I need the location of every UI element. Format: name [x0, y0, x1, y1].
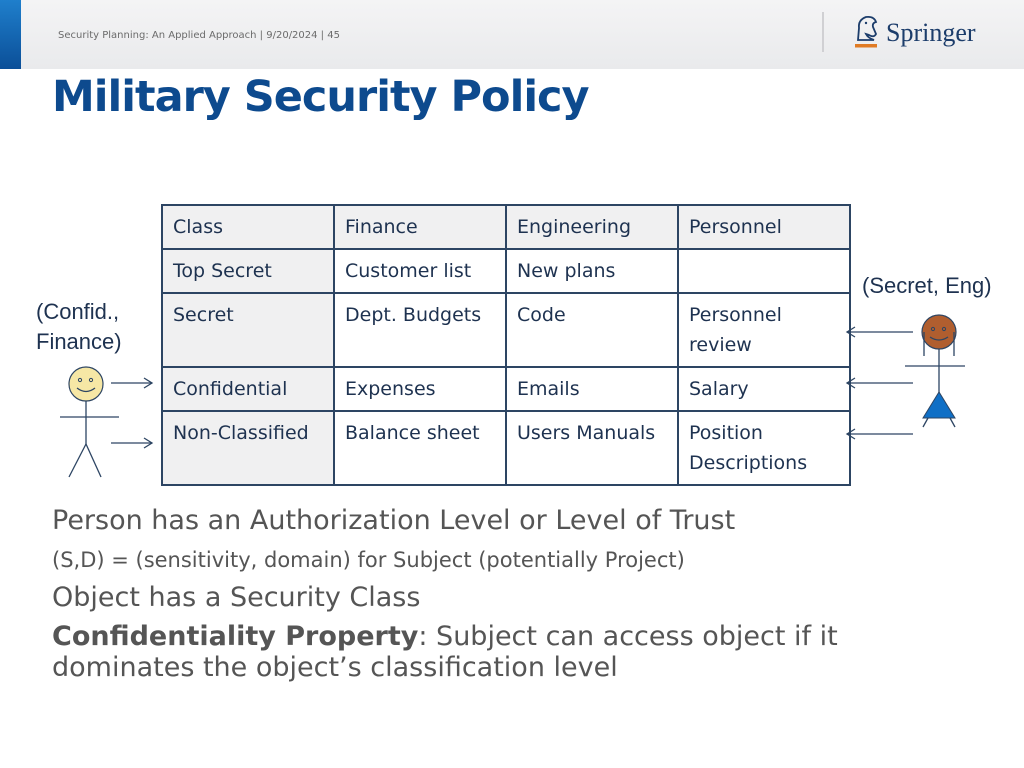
- table-row: Secret Dept. Budgets Code Personnel revi…: [161, 292, 851, 368]
- table-cell-class: Non-Classified: [161, 410, 335, 486]
- smiley-head-icon: [921, 314, 957, 350]
- table-cell: Customer list: [333, 248, 507, 294]
- security-class-table: Class Finance Engineering Personnel Top …: [161, 204, 851, 486]
- bullet-confidentiality-property: Confidentiality Property: Subject can ac…: [52, 621, 852, 683]
- table-cell: Position Descriptions: [677, 410, 851, 486]
- table-cell-class: Top Secret: [161, 248, 335, 294]
- arrow-right-icon: [111, 377, 154, 389]
- table-cell: Personnel review: [677, 292, 851, 368]
- table-cell: Salary: [677, 366, 851, 412]
- logo-text: Springer: [886, 18, 976, 47]
- table-header-cell: Class: [161, 204, 335, 250]
- arrow-left-icon: [845, 428, 913, 440]
- slide-title: Military Security Policy: [52, 72, 590, 122]
- arrow-left-icon: [845, 326, 913, 338]
- right-stick-figure: [845, 314, 965, 440]
- table-header-cell: Personnel: [677, 204, 851, 250]
- table-cell: [677, 248, 851, 294]
- dress-triangle: [922, 391, 956, 419]
- bullet-authorization: Person has an Authorization Level or Lev…: [52, 505, 736, 536]
- table-cell: Expenses: [333, 366, 507, 412]
- table-header-cell: Finance: [333, 204, 507, 250]
- bullet-security-class: Object has a Security Class: [52, 582, 421, 613]
- smiley-head-icon: [68, 366, 104, 402]
- table-row: Confidential Expenses Emails Salary: [161, 366, 851, 412]
- bullet-list: Person has an Authorization Level or Lev…: [52, 505, 852, 683]
- header-accent-bar: [0, 0, 21, 69]
- table-cell-class: Secret: [161, 292, 335, 368]
- table-cell: Emails: [505, 366, 679, 412]
- header-divider: [822, 12, 824, 52]
- table-row: Top Secret Customer list New plans: [161, 248, 851, 294]
- left-stick-figure: [60, 366, 154, 478]
- springer-logo: Springer: [852, 14, 976, 54]
- slide-header: Security Planning: An Applied Approach |…: [0, 0, 1024, 69]
- left-subject-label: (Confid., Finance): [36, 297, 122, 357]
- table-header-cell: Engineering: [505, 204, 679, 250]
- table-header-row: Class Finance Engineering Personnel: [161, 204, 851, 250]
- confidentiality-property-term: Confidentiality Property: [52, 621, 419, 652]
- table-row: Non-Classified Balance sheet Users Manua…: [161, 410, 851, 486]
- table-cell-class: Confidential: [161, 366, 335, 412]
- table-cell: New plans: [505, 248, 679, 294]
- table-cell: Users Manuals: [505, 410, 679, 486]
- right-subject-label: (Secret, Eng): [862, 273, 992, 298]
- arrow-left-icon: [845, 377, 913, 389]
- bullet-sensitivity-domain: (S,D) = (sensitivity, domain) for Subjec…: [52, 548, 685, 572]
- footer-text: Security Planning: An Applied Approach |…: [58, 30, 340, 41]
- arrow-right-icon: [111, 437, 154, 449]
- left-subject-label-line2: Finance): [36, 329, 122, 354]
- knight-horse-icon: [855, 15, 878, 48]
- table-cell: Dept. Budgets: [333, 292, 507, 368]
- table-cell: Code: [505, 292, 679, 368]
- left-subject-label-line1: (Confid.,: [36, 299, 120, 324]
- table-cell: Balance sheet: [333, 410, 507, 486]
